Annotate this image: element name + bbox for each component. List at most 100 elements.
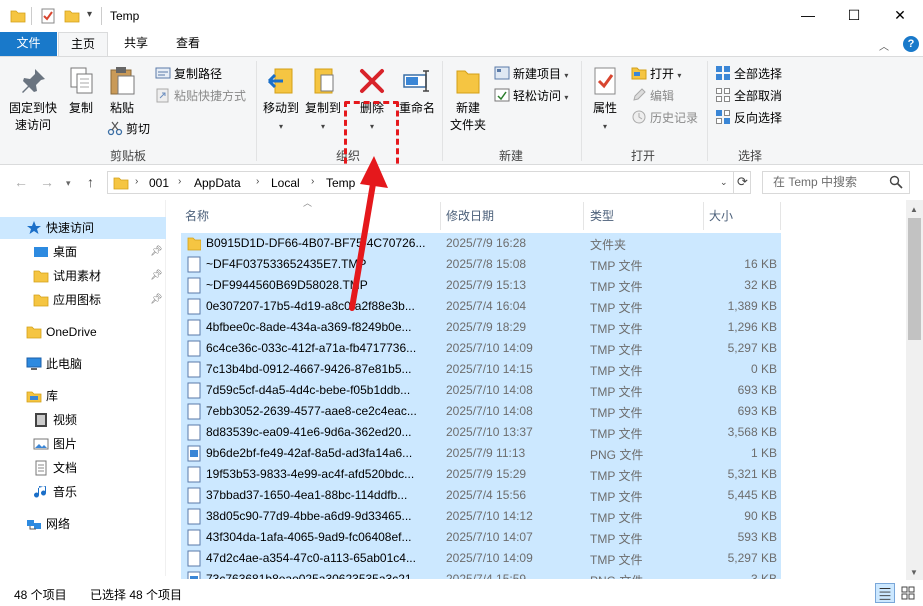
file-row[interactable]: 9b6de2bf-fe49-42af-8a5d-ad3fa14a6... 2025… [181,443,781,464]
new-item-button[interactable]: 新建项目 ▾ [494,64,568,84]
tab-file[interactable]: 文件 [0,32,57,56]
column-divider[interactable] [440,202,441,230]
file-row[interactable]: ~DF9944560B69D58028.TMP 2025/7/9 15:13 TMP… [181,275,781,296]
invert-selection-button[interactable]: 反向选择 [715,108,782,128]
column-divider[interactable] [780,202,781,230]
scroll-up-icon[interactable]: ▲ [910,205,918,214]
breadcrumb-separator-icon: › [311,176,315,187]
help-icon[interactable]: ? [903,36,919,52]
up-arrow-icon[interactable]: ↑ [87,174,94,190]
column-divider[interactable] [703,202,704,230]
nav-app-icons[interactable]: 应用图标 [33,289,101,311]
nav-videos[interactable]: 视频 [33,409,77,431]
file-name: ~DF9944560B69D58028.TMP [206,278,368,292]
file-row[interactable]: 0e307207-17b5-4d19-a8c0-a2f88e3b... 2025/… [181,296,781,317]
nav-onedrive[interactable]: OneDrive [26,321,97,343]
refresh-icon[interactable]: ⟳ [733,171,751,194]
back-arrow-icon[interactable]: ← [14,174,28,190]
file-row[interactable]: 43f304da-1afa-4065-9ad9-fc06408ef... 2025… [181,527,781,548]
file-row[interactable]: 7d59c5cf-d4a5-4d4c-bebe-f05b1ddb... 2025/… [181,380,781,401]
nav-pictures[interactable]: 图片 [33,433,77,455]
paste-button[interactable]: 粘贴 [104,65,140,117]
star-icon [27,221,41,234]
nav-library[interactable]: 库 [26,385,58,407]
column-divider[interactable] [583,202,584,230]
file-row[interactable]: 19f53b53-9833-4e99-ac4f-afd520bdc... 2025… [181,464,781,485]
file-row[interactable]: 47d2c4ae-a354-47c0-a113-65ab01c4... 2025/… [181,548,781,569]
file-row[interactable]: B0915D1D-DF66-4B07-BF75-4C70726... 2025/7… [181,233,781,254]
nav-material[interactable]: 试用素材 [33,265,101,287]
cut-button[interactable]: 剪切 [107,119,150,139]
minimize-button[interactable]: — [785,0,831,30]
file-row[interactable]: 8d83539c-ea09-41e6-9d6a-362ed20... 2025/7… [181,422,781,443]
easy-access-button[interactable]: 轻松访问 ▾ [494,86,568,106]
file-name: 8d83539c-ea09-41e6-9d6a-362ed20... [206,425,412,439]
breadcrumb-item[interactable]: 001 [149,176,169,190]
file-row[interactable]: 6c4ce36c-033c-412f-a71a-fb4717736... 2025… [181,338,781,359]
desktop-icon [34,247,48,257]
select-all-button[interactable]: 全部选择 [715,64,782,84]
column-size[interactable]: 大小 [709,207,733,224]
rename-button[interactable]: 重命名 [396,65,438,117]
nav-documents[interactable]: 文档 [33,457,77,479]
maximize-button[interactable]: ☐ [831,0,877,30]
breadcrumb-item[interactable]: Temp [326,176,355,190]
file-type: TMP 文件 [590,427,643,441]
file-size: 90 KB [744,509,777,523]
address-dropdown-icon[interactable]: ⌄ [720,177,728,188]
address-bar[interactable]: › 001 › AppData › Local › Temp ⌄ [107,171,751,194]
file-row[interactable]: 4bfbee0c-8ade-434a-a369-f8249b0e... 2025/… [181,317,781,338]
collapse-ribbon-icon[interactable]: ︿ [879,38,889,53]
pinned-icon: 📌︎ [150,246,163,257]
breadcrumb-item[interactable]: AppData [194,176,241,190]
open-button[interactable]: 打开 ▾ [631,64,681,84]
title-bar: ▾ Temp — ☐ ✕ [0,0,923,32]
move-to-button[interactable]: 移动到 ▾ [261,65,301,135]
new-folder-button[interactable]: 新建 文件夹 [446,65,490,134]
ribbon-separator [707,61,708,161]
recent-locations-icon[interactable]: ▾ [66,178,71,189]
nav-network[interactable]: 网络 [26,513,70,535]
file-row[interactable]: 37bbad37-1650-4ea1-88bc-114ddfb... 2025/7… [181,485,781,506]
history-button[interactable]: 历史记录 [631,108,698,128]
nav-music[interactable]: 音乐 [33,481,77,503]
file-size: 16 KB [744,257,777,271]
vertical-scrollbar[interactable]: ▲ ▼ [906,200,923,580]
new-folder-quick-icon[interactable] [64,8,80,24]
customize-toolbar-icon[interactable]: ▾ [87,9,92,20]
tab-view[interactable]: 查看 [164,32,212,56]
details-view-icon[interactable] [875,583,895,603]
paste-shortcut-button[interactable]: 粘贴快捷方式 [155,86,246,106]
properties-button[interactable]: 属性 ▾ [587,65,623,135]
file-row[interactable]: 7c13b4bd-0912-4667-9426-87e81b5... 2025/7… [181,359,781,380]
tab-home[interactable]: 主页 [58,32,108,57]
select-none-button[interactable]: 全部取消 [715,86,782,106]
scrollbar-thumb[interactable] [908,218,921,340]
large-icons-view-icon[interactable] [898,583,918,603]
search-input[interactable]: 在 Temp 中搜索 [762,171,910,194]
column-date[interactable]: 修改日期 [446,207,494,224]
copy-button[interactable]: 复制 [63,65,99,117]
nav-quick-access[interactable]: 快速访问 [26,217,94,239]
pin-to-quick-access-button[interactable]: 固定到快 速访问 [4,65,62,134]
properties-quick-icon[interactable] [40,8,56,24]
file-row[interactable]: 73c763681b8eae025a30623535a3c21... 2025/7… [181,569,781,579]
edit-button[interactable]: 编辑 [631,86,674,106]
tab-share[interactable]: 共享 [112,32,160,56]
file-name: 38d05c90-77d9-4bbe-a6d9-9d33465... [206,509,412,523]
breadcrumb-item[interactable]: Local [271,176,300,190]
copy-to-button[interactable]: 复制到 ▾ [303,65,343,135]
column-type[interactable]: 类型 [590,207,614,224]
scroll-down-icon[interactable]: ▼ [910,568,918,577]
file-row[interactable]: 7ebb3052-2639-4577-aae8-ce2c4eac... 2025/… [181,401,781,422]
file-file-icon [187,382,201,399]
file-row[interactable]: 38d05c90-77d9-4bbe-a6d9-9d33465... 2025/7… [181,506,781,527]
nav-this-pc[interactable]: 此电脑 [26,353,82,375]
forward-arrow-icon[interactable]: → [40,174,54,190]
copy-path-button[interactable]: 复制路径 [155,64,222,84]
nav-desktop[interactable]: 桌面 [33,241,77,263]
column-name[interactable]: 名称 [185,207,209,224]
close-button[interactable]: ✕ [877,0,923,30]
file-date: 2025/7/10 14:08 [446,383,533,397]
file-row[interactable]: ~DF4F037533652435E7.TMP 2025/7/8 15:08 TMP… [181,254,781,275]
